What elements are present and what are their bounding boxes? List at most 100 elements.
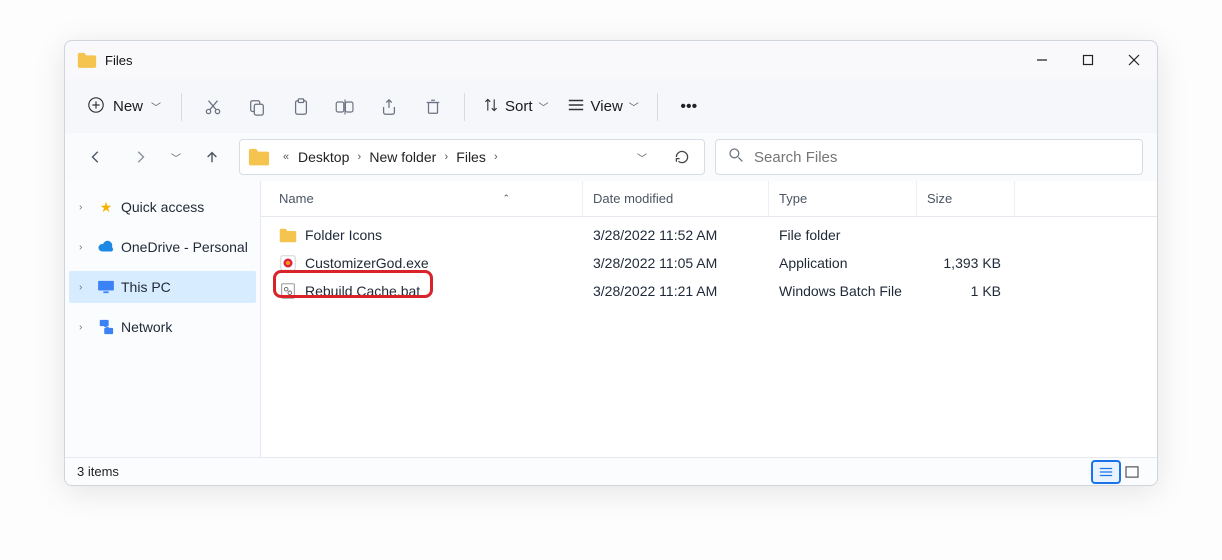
breadcrumb-item[interactable]: Desktop — [298, 149, 349, 165]
chevron-down-icon: ﹀ — [151, 99, 161, 114]
column-label: Size — [927, 191, 952, 206]
recent-locations-button[interactable]: ﹀ — [167, 140, 185, 174]
chevron-down-icon: ﹀ — [539, 99, 549, 114]
file-date: 3/28/2022 11:05 AM — [583, 255, 769, 271]
chevron-right-icon: › — [438, 151, 454, 163]
application-icon — [279, 254, 297, 272]
sort-button-label: Sort — [505, 98, 533, 115]
sidebar-item-label: OneDrive - Personal — [121, 239, 248, 255]
star-icon: ★ — [97, 198, 115, 216]
more-button[interactable]: ••• — [670, 88, 708, 126]
cut-button[interactable] — [194, 88, 232, 126]
sidebar-item-this-pc[interactable]: › This PC — [69, 271, 256, 303]
chevron-right-icon: › — [79, 242, 91, 253]
column-headers: Name ⌃ Date modified Type Size — [261, 181, 1157, 217]
paste-button[interactable] — [282, 88, 320, 126]
address-dropdown-button[interactable]: ﹀ — [624, 140, 660, 174]
file-list-pane: Name ⌃ Date modified Type Size Folder Ic… — [261, 181, 1157, 457]
file-type: File folder — [769, 227, 917, 243]
separator — [464, 93, 465, 121]
file-row[interactable]: Rebuild Cache.bat 3/28/2022 11:21 AM Win… — [261, 277, 1157, 305]
batch-file-icon — [279, 282, 297, 300]
file-type: Windows Batch File — [769, 283, 917, 299]
copy-button[interactable] — [238, 88, 276, 126]
column-header-type[interactable]: Type — [769, 181, 917, 216]
separator — [657, 93, 658, 121]
sidebar-item-onedrive[interactable]: › OneDrive - Personal — [65, 231, 260, 263]
search-box[interactable] — [715, 139, 1143, 175]
status-text: 3 items — [77, 464, 119, 479]
column-header-name[interactable]: Name ⌃ — [261, 181, 583, 216]
close-button[interactable] — [1111, 41, 1157, 79]
file-type: Application — [769, 255, 917, 271]
search-input[interactable] — [754, 149, 1130, 166]
chevron-right-icon: › — [351, 151, 367, 163]
navigation-row: ﹀ « Desktop › New folder › Files › ﹀ — [65, 133, 1157, 181]
chevron-right-icon: › — [79, 282, 91, 293]
window-title: Files — [105, 53, 132, 68]
sidebar-item-quick-access[interactable]: › ★ Quick access — [65, 191, 260, 223]
sidebar-item-network[interactable]: › Network — [65, 311, 260, 343]
cloud-icon — [97, 238, 115, 256]
monitor-icon — [97, 278, 115, 296]
chevron-right-icon: › — [79, 202, 91, 213]
sidebar-item-label: This PC — [121, 279, 171, 295]
file-row[interactable]: CustomizerGod.exe 3/28/2022 11:05 AM App… — [261, 249, 1157, 277]
command-bar: New ﹀ Sort ﹀ View ﹀ ••• — [65, 79, 1157, 133]
folder-icon — [279, 226, 297, 244]
title-bar: Files — [65, 41, 1157, 79]
forward-button[interactable] — [123, 140, 157, 174]
folder-icon — [77, 52, 97, 68]
status-bar: 3 items — [65, 457, 1157, 485]
refresh-button[interactable] — [664, 140, 700, 174]
column-label: Type — [779, 191, 807, 206]
breadcrumb-item[interactable]: Files — [456, 149, 486, 165]
breadcrumb-item[interactable]: New folder — [369, 149, 436, 165]
address-bar[interactable]: « Desktop › New folder › Files › ﹀ — [239, 139, 705, 175]
column-header-size[interactable]: Size — [917, 181, 1015, 216]
new-button[interactable]: New ﹀ — [79, 90, 169, 124]
column-label: Name — [279, 191, 314, 206]
search-icon — [728, 147, 744, 167]
separator — [181, 93, 182, 121]
back-button[interactable] — [79, 140, 113, 174]
up-button[interactable] — [195, 140, 229, 174]
window-controls — [1019, 41, 1157, 79]
navigation-pane: › ★ Quick access › OneDrive - Personal ›… — [65, 181, 261, 457]
chevron-down-icon: ﹀ — [629, 99, 639, 114]
column-header-date[interactable]: Date modified — [583, 181, 769, 216]
rename-button[interactable] — [326, 88, 364, 126]
sort-indicator-icon: ⌃ — [502, 193, 510, 204]
breadcrumb: Desktop › New folder › Files › — [298, 149, 504, 165]
view-button[interactable]: View ﹀ — [561, 97, 645, 117]
chevron-right-icon: › — [79, 322, 91, 333]
file-name: Folder Icons — [305, 227, 382, 243]
file-name: Rebuild Cache.bat — [305, 283, 420, 299]
file-date: 3/28/2022 11:52 AM — [583, 227, 769, 243]
sort-icon — [483, 97, 499, 117]
sidebar-item-label: Network — [121, 319, 172, 335]
details-view-button[interactable] — [1093, 462, 1119, 482]
chevron-left-double-icon: « — [278, 151, 294, 163]
file-explorer-window: Files New ﹀ Sort ﹀ View ﹀ — [64, 40, 1158, 486]
file-name: CustomizerGod.exe — [305, 255, 429, 271]
folder-icon — [248, 148, 270, 166]
sort-button[interactable]: Sort ﹀ — [477, 97, 555, 117]
file-size: 1 KB — [917, 283, 1015, 299]
thumbnails-view-button[interactable] — [1119, 462, 1145, 482]
network-icon — [97, 318, 115, 336]
column-label: Date modified — [593, 191, 673, 206]
new-button-label: New — [113, 98, 143, 115]
view-icon — [567, 97, 585, 117]
delete-button[interactable] — [414, 88, 452, 126]
plus-circle-icon — [87, 96, 105, 118]
file-date: 3/28/2022 11:21 AM — [583, 283, 769, 299]
sidebar-item-label: Quick access — [121, 199, 204, 215]
maximize-button[interactable] — [1065, 41, 1111, 79]
chevron-right-icon: › — [488, 151, 504, 163]
file-size: 1,393 KB — [917, 255, 1015, 271]
share-button[interactable] — [370, 88, 408, 126]
view-button-label: View — [591, 98, 623, 115]
minimize-button[interactable] — [1019, 41, 1065, 79]
file-row[interactable]: Folder Icons 3/28/2022 11:52 AM File fol… — [261, 221, 1157, 249]
